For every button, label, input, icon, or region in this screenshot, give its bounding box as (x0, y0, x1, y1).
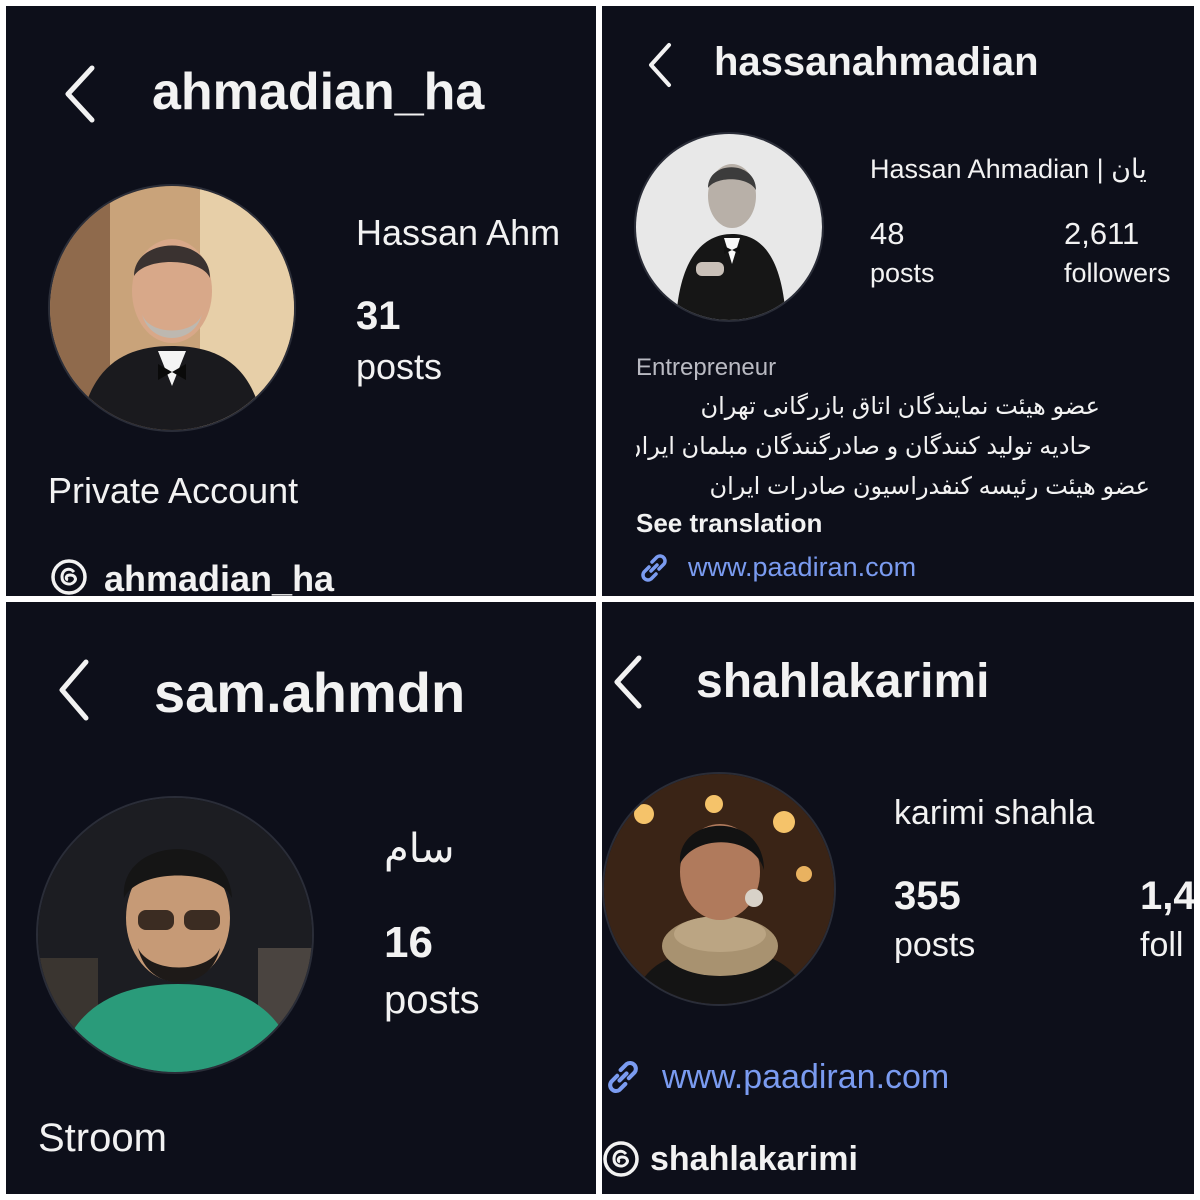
profile-panel-sam-ahmdn: sam.ahmdn سام 16 posts Stroom (6, 602, 596, 1194)
avatar[interactable] (634, 132, 824, 322)
bio-line: عضو هیئت رئیسه کنفدراسیون صادرات ایران (709, 473, 1150, 500)
threads-handle[interactable]: shahlakarimi (650, 1140, 858, 1179)
profile-full-name: karimi shahla (894, 794, 1095, 832)
followers-count[interactable]: 1,4 (1140, 874, 1194, 919)
posts-count: 16 (384, 918, 433, 967)
back-chevron-icon[interactable] (56, 658, 92, 722)
profile-panel-shahlakarimi: shahlakarimi karimi shahla 355 posts 1,4… (602, 602, 1194, 1194)
back-chevron-icon[interactable] (612, 654, 644, 710)
posts-label: posts (870, 258, 935, 288)
profile-link[interactable]: www.paadiran.com (688, 552, 916, 583)
profile-panel-hassanahmadian: hassanahmadian Hassan Ahmadian | یان 48 … (602, 6, 1194, 596)
profile-category: Entrepreneur (636, 354, 777, 381)
profile-link[interactable]: www.paadiran.com (662, 1058, 949, 1097)
posts-count: 355 (894, 874, 961, 918)
followers-label[interactable]: followers (1064, 258, 1171, 289)
back-chevron-icon[interactable] (646, 42, 674, 88)
private-account-label: Private Account (48, 470, 299, 511)
avatar[interactable] (602, 772, 836, 1006)
profile-full-name: سام (384, 827, 455, 871)
profile-panel-ahmadian-ha: ahmadian_ha Hassan Ahm 31 posts Private … (6, 6, 596, 596)
threads-icon[interactable] (602, 1140, 640, 1183)
bio-line: حادیه تولید کنندگان و صادرگنندگان مبلمان… (636, 433, 1092, 460)
profile-username: ahmadian_ha (152, 63, 485, 121)
followers-count[interactable]: 2,611 (1064, 216, 1139, 252)
back-chevron-icon[interactable] (62, 64, 98, 124)
posts-label: posts (356, 346, 443, 387)
see-translation-button[interactable]: See translation (636, 508, 822, 539)
profile-full-name: Hassan Ahm (356, 212, 561, 253)
bio-line: عضو هیئت نمایندگان اتاق بازرگانی تهران (700, 393, 1100, 420)
link-icon[interactable] (602, 1056, 644, 1103)
profile-username: hassanahmadian (714, 40, 1039, 84)
followers-label[interactable]: foll (1140, 926, 1183, 965)
posts-count: 31 (356, 294, 401, 338)
avatar[interactable] (48, 184, 296, 432)
profile-username: shahlakarimi (696, 655, 990, 708)
link-icon[interactable] (636, 550, 672, 591)
profile-full-name: Hassan Ahmadian | یان (870, 154, 1147, 184)
posts-label: posts (894, 926, 976, 964)
bio-line-wrap: حادیه تولید کنندگان و صادرگنندگان مبلمان… (636, 432, 1176, 461)
posts-label: posts (384, 978, 480, 1022)
posts-count: 48 (870, 216, 905, 251)
threads-handle[interactable]: ahmadian_ha (104, 558, 334, 596)
avatar[interactable] (36, 796, 314, 1074)
profile-bio: Stroom (38, 1116, 167, 1160)
threads-icon[interactable] (50, 558, 88, 596)
profile-username: sam.ahmdn (154, 661, 466, 724)
